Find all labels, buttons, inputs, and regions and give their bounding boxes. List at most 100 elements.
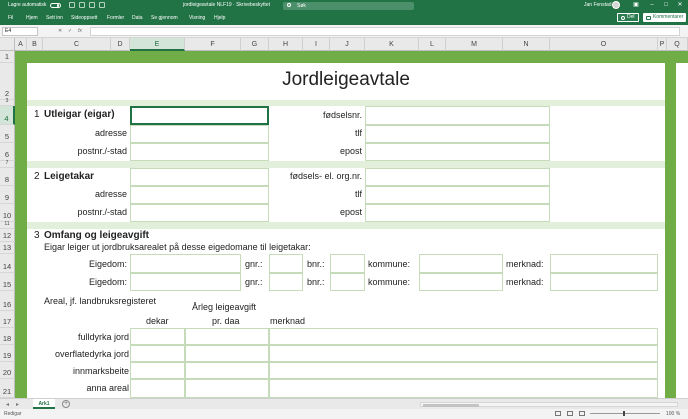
autosave-toggle[interactable] [50,2,62,8]
gnr-field[interactable] [269,273,303,291]
tab-hjem[interactable]: Hjem [26,15,38,21]
kommune-field[interactable] [419,254,503,273]
bnr-field[interactable] [330,254,365,273]
row-header-2[interactable]: 2 [0,63,15,100]
avatar[interactable] [612,1,620,9]
page-break-icon[interactable] [579,411,585,416]
user-name[interactable]: Jan Fenstad [584,2,612,8]
leigetakar-name-field[interactable] [130,168,269,186]
row-header-17[interactable]: 17 [0,311,15,328]
comments-button[interactable]: Kommentarer [643,13,687,22]
gnr-field[interactable] [269,254,303,273]
leigetakar-adresse-field[interactable] [130,186,269,204]
normal-view-icon[interactable] [555,411,561,416]
dekar-field[interactable] [130,362,185,379]
row-header-21[interactable]: 21 [0,379,15,398]
tab-fil[interactable]: Fil [8,15,13,21]
row-header-8[interactable]: 8 [0,168,15,186]
row-header-13[interactable]: 13 [0,242,15,254]
row-header-1[interactable]: 1 [0,51,15,63]
merknad-row-field[interactable] [269,379,658,398]
next-sheet-icon[interactable]: ▸ [16,401,19,408]
tab-se-gjennom[interactable]: Se gjennom [151,15,178,21]
share-button[interactable]: Del [617,13,639,22]
utleigar-postnr-field[interactable] [130,143,269,161]
utleigar-tlf-field[interactable] [365,125,550,143]
column-header-l[interactable]: L [419,38,446,51]
dekar-field[interactable] [130,328,185,345]
utleigar-epost-field[interactable] [365,143,550,161]
column-header-n[interactable]: N [503,38,550,51]
column-header-o[interactable]: O [550,38,658,51]
bnr-field[interactable] [330,273,365,291]
leigetakar-fodselsnr-field[interactable] [365,168,550,186]
row-header-4[interactable]: 4 [0,106,15,125]
column-header-f[interactable]: F [185,38,241,51]
merknad-row-field[interactable] [269,328,658,345]
formula-input[interactable] [90,27,680,36]
ribbon-display-icon[interactable]: ▣ [628,0,644,11]
zoom-level[interactable]: 100 % [666,411,680,417]
leigetakar-postnr-field[interactable] [130,204,269,222]
zoom-slider[interactable] [590,411,660,416]
column-header-i[interactable]: I [303,38,330,51]
tab-sideoppsett[interactable]: Sideoppsett [71,15,97,21]
dekar-field[interactable] [130,345,185,362]
column-header-b[interactable]: B [27,38,43,51]
tab-visning[interactable]: Visning [189,15,205,21]
row-header-10[interactable]: 10 [0,204,15,222]
column-header-q[interactable]: Q [667,38,688,51]
cancel-icon[interactable]: ✕ [58,28,62,34]
column-header-p[interactable]: P [658,38,667,51]
horizontal-scrollbar[interactable] [420,402,678,407]
row-header-11[interactable]: 11 [0,221,15,229]
worksheet-grid[interactable]: A B C D E F G H I J K L M N O P Q 1 2 3 … [0,38,688,398]
column-header-j[interactable]: J [330,38,365,51]
row-header-19[interactable]: 19 [0,345,15,362]
row-header-6[interactable]: 6 [0,143,15,161]
prev-sheet-icon[interactable]: ◂ [6,401,9,408]
row-header-16[interactable]: 16 [0,291,15,311]
row-header-18[interactable]: 18 [0,328,15,345]
column-header-e[interactable]: E [130,38,185,51]
save-icon[interactable] [69,2,76,8]
sheet-tab-ark1[interactable]: Ark1 [33,399,55,409]
customize-qat-icon[interactable] [99,2,106,8]
leigetakar-epost-field[interactable] [365,204,550,222]
pr-daa-field[interactable] [185,345,269,362]
row-header-9[interactable]: 9 [0,186,15,204]
zoom-slider-knob[interactable] [623,411,625,416]
utleigar-name-field[interactable] [130,106,269,125]
merknad-row-field[interactable] [269,362,658,379]
close-button[interactable]: ✕ [672,0,688,11]
undo-icon[interactable] [79,2,86,8]
column-header-h[interactable]: H [269,38,303,51]
column-header-c[interactable]: C [43,38,111,51]
column-header-k[interactable]: K [365,38,419,51]
kommune-field[interactable] [419,273,503,291]
scrollbar-thumb[interactable] [423,403,479,407]
tab-sett-inn[interactable]: Sett inn [46,15,63,21]
page-layout-icon[interactable] [567,411,573,416]
column-header-m[interactable]: M [446,38,503,51]
pr-daa-field[interactable] [185,362,269,379]
utleigar-adresse-field[interactable] [130,125,269,143]
merknad-field[interactable] [550,273,658,291]
enter-icon[interactable]: ✓ [68,28,72,34]
redo-icon[interactable] [89,2,96,8]
tab-hjelp[interactable]: Hjelp [214,15,225,21]
pr-daa-field[interactable] [185,328,269,345]
tab-data[interactable]: Data [132,15,143,21]
row-header-12[interactable]: 12 [0,229,15,242]
merknad-row-field[interactable] [269,345,658,362]
row-header-5[interactable]: 5 [0,125,15,143]
row-header-14[interactable]: 14 [0,254,15,273]
column-header-d[interactable]: D [111,38,130,51]
row-header-7[interactable]: 7 [0,160,15,168]
row-header-15[interactable]: 15 [0,273,15,291]
utleigar-fodselsnr-field[interactable] [365,106,550,125]
pr-daa-field[interactable] [185,379,269,398]
fx-icon[interactable]: fx [78,28,82,34]
row-header-20[interactable]: 20 [0,362,15,379]
leigetakar-tlf-field[interactable] [365,186,550,204]
